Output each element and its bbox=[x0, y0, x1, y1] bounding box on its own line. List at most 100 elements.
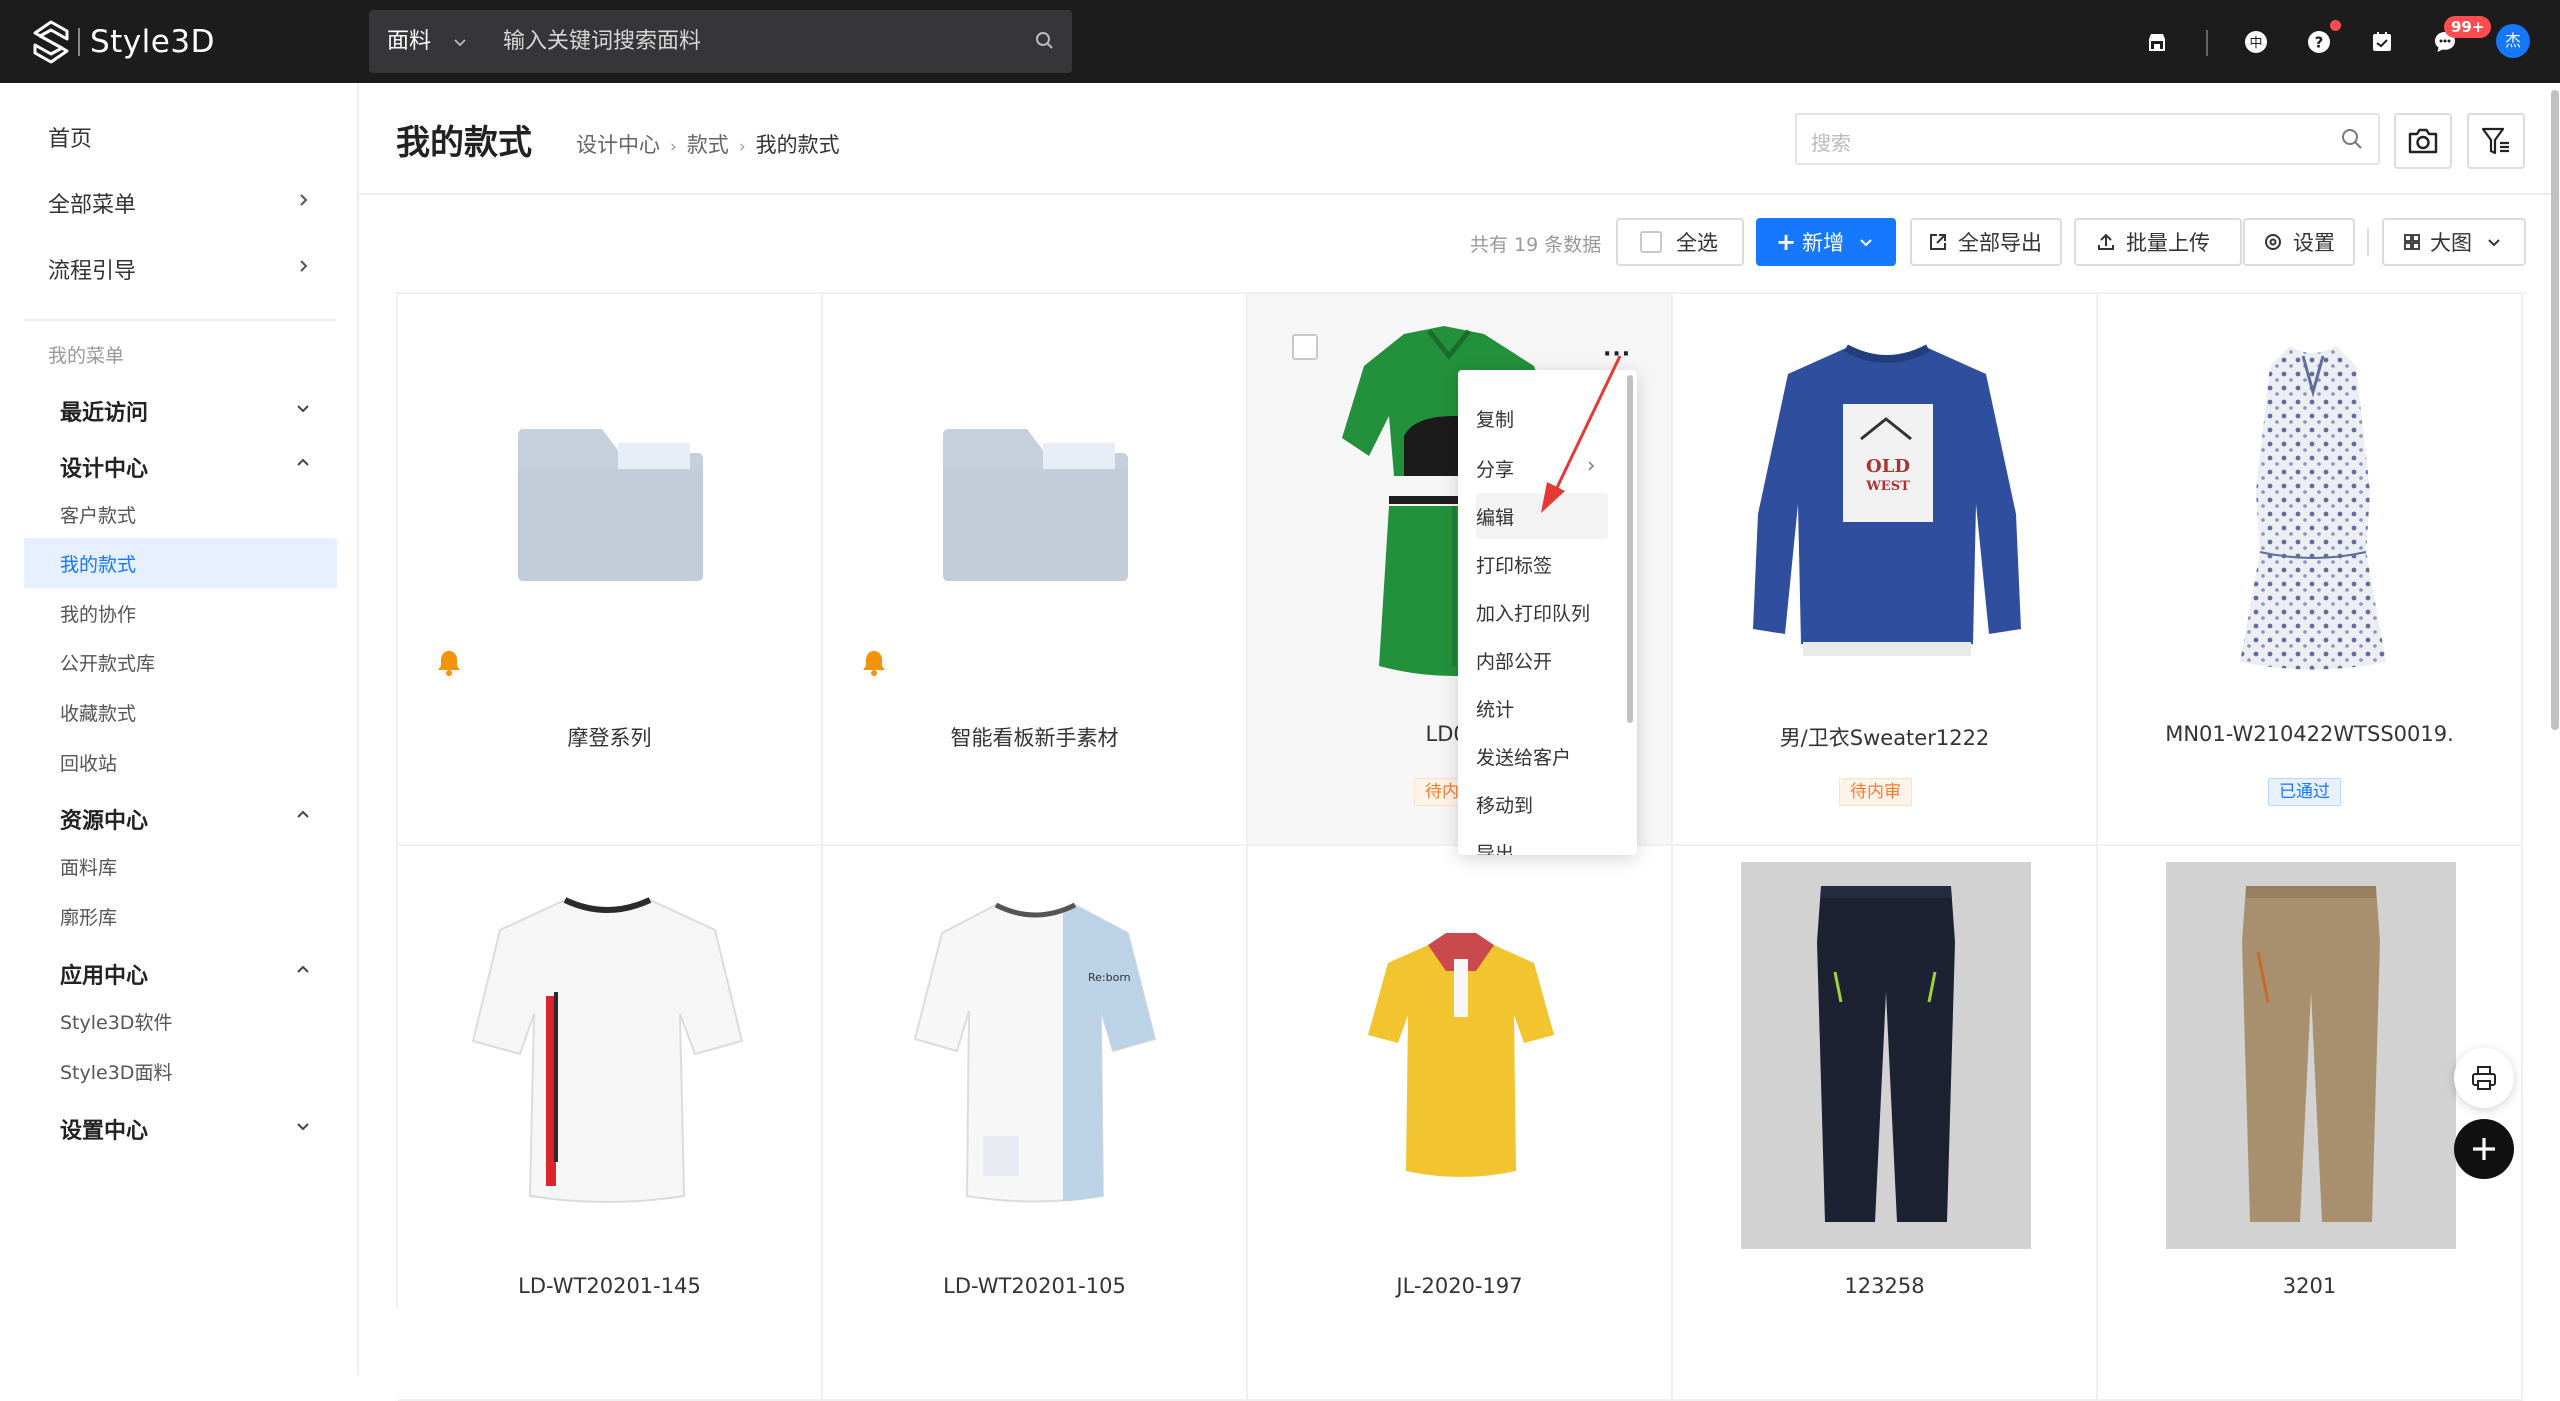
menu-item-export[interactable]: 导出 bbox=[1476, 839, 1514, 855]
card-name[interactable]: MN01-W210422WTSS0019. bbox=[2098, 722, 2521, 746]
upload-icon bbox=[2098, 233, 2114, 250]
folder-card[interactable]: 智能看板新手素材 bbox=[823, 294, 1248, 846]
bell-icon[interactable] bbox=[436, 649, 462, 677]
sidebar: 首页 全部菜单 流程引导 我的菜单 最近访问 设计中心 客户款式 我的款式 我的… bbox=[0, 83, 359, 1375]
yellow-polo-image bbox=[1368, 933, 1554, 1177]
card-name[interactable]: LD-WT20201-105 bbox=[823, 1274, 1246, 1298]
store-icon[interactable] bbox=[2137, 22, 2177, 62]
style-card[interactable]: OLD WEST 男/卫衣Sweater1222 待内审 bbox=[1673, 294, 2098, 846]
style-search-input[interactable]: 搜索 bbox=[1811, 127, 1851, 156]
chevron-up-icon[interactable] bbox=[294, 453, 312, 475]
sidebar-item-my-collaboration[interactable]: 我的协作 bbox=[60, 600, 136, 627]
user-avatar[interactable]: 杰 bbox=[2496, 24, 2530, 58]
menu-scrollbar[interactable] bbox=[1627, 375, 1633, 723]
breadcrumb-current: 我的款式 bbox=[755, 133, 840, 157]
menu-item-share[interactable]: 分享 bbox=[1476, 455, 1514, 482]
search-icon[interactable] bbox=[2340, 127, 2364, 151]
batch-upload-button[interactable]: 批量上传 bbox=[2074, 218, 2242, 266]
style3d-logo-icon bbox=[33, 20, 69, 64]
export-all-button[interactable]: 全部导出 bbox=[1910, 218, 2062, 266]
card-name[interactable]: 男/卫衣Sweater1222 bbox=[1673, 722, 2096, 752]
navy-pants-image bbox=[1817, 886, 1955, 1222]
filter-button[interactable] bbox=[2467, 113, 2525, 169]
card-name[interactable]: 智能看板新手素材 bbox=[823, 722, 1246, 752]
sidebar-item-style3d-fabric[interactable]: Style3D面料 bbox=[60, 1058, 172, 1085]
menu-item-internal-public[interactable]: 内部公开 bbox=[1476, 647, 1552, 674]
svg-text:Re:born: Re:born bbox=[1088, 971, 1131, 984]
chevron-right-icon[interactable] bbox=[294, 191, 312, 213]
floral-dress-image bbox=[2240, 346, 2386, 670]
select-all-checkbox[interactable] bbox=[1640, 231, 1662, 253]
floating-add-button[interactable] bbox=[2454, 1119, 2514, 1179]
global-search[interactable]: 面料 输入关键词搜索面料 bbox=[369, 10, 1072, 73]
menu-item-statistics[interactable]: 统计 bbox=[1476, 695, 1514, 722]
sidebar-group-settings-center[interactable]: 设置中心 bbox=[60, 1113, 148, 1145]
sidebar-group-app-center[interactable]: 应用中心 bbox=[60, 958, 148, 990]
card-name[interactable]: 3201 bbox=[2098, 1274, 2521, 1298]
sidebar-item-public-library[interactable]: 公开款式库 bbox=[60, 649, 155, 676]
chevron-up-icon[interactable] bbox=[294, 805, 312, 827]
search-icon[interactable] bbox=[1034, 30, 1056, 52]
view-mode-select[interactable]: 大图 bbox=[2382, 218, 2526, 266]
chevron-down-icon[interactable] bbox=[294, 1117, 312, 1139]
sidebar-group-resource-center[interactable]: 资源中心 bbox=[60, 803, 148, 835]
style-search-box[interactable]: 搜索 bbox=[1795, 113, 2380, 165]
card-checkbox[interactable] bbox=[1292, 334, 1318, 360]
style-card[interactable]: Re:born LD-WT20201-105 bbox=[823, 846, 1248, 1401]
menu-item-copy[interactable]: 复制 bbox=[1476, 405, 1514, 432]
search-input[interactable]: 输入关键词搜索面料 bbox=[503, 10, 701, 73]
print-button[interactable] bbox=[2454, 1048, 2514, 1108]
checklist-icon[interactable] bbox=[2362, 22, 2402, 62]
logo-divider bbox=[78, 28, 80, 56]
blue-sweater-image: OLD WEST bbox=[1753, 344, 2021, 656]
style-card[interactable]: JL-2020-197 bbox=[1248, 846, 1673, 1401]
camera-search-button[interactable] bbox=[2394, 113, 2452, 169]
style-card[interactable]: 123258 bbox=[1673, 846, 2098, 1401]
menu-item-send-to-customer[interactable]: 发送给客户 bbox=[1476, 743, 1571, 770]
card-name[interactable]: 123258 bbox=[1673, 1274, 2096, 1298]
card-name[interactable]: JL-2020-197 bbox=[1248, 1274, 1671, 1298]
bell-icon[interactable] bbox=[861, 649, 887, 677]
sidebar-item-recycle-bin[interactable]: 回收站 bbox=[60, 749, 117, 776]
sidebar-item-home[interactable]: 首页 bbox=[48, 121, 92, 153]
style-card[interactable]: MN01-W210422WTSS0019. 已通过 bbox=[2098, 294, 2523, 846]
chevron-down-icon[interactable] bbox=[294, 399, 312, 421]
style-card[interactable]: 3201 bbox=[2098, 846, 2523, 1401]
style-card[interactable]: LD-WT20201-145 bbox=[398, 846, 823, 1401]
sidebar-item-favorites[interactable]: 收藏款式 bbox=[60, 699, 136, 726]
globe-icon[interactable]: 中 bbox=[2236, 22, 2276, 62]
menu-item-edit[interactable]: 编辑 bbox=[1476, 503, 1514, 530]
chevron-down-icon[interactable] bbox=[1858, 234, 1874, 250]
filter-icon bbox=[2481, 127, 2509, 155]
sidebar-item-customer-styles[interactable]: 客户款式 bbox=[60, 501, 136, 528]
chevron-up-icon[interactable] bbox=[294, 960, 312, 982]
breadcrumb-item[interactable]: 款式 bbox=[687, 133, 729, 157]
card-name[interactable]: 摩登系列 bbox=[398, 722, 821, 752]
sidebar-item-all-menu[interactable]: 全部菜单 bbox=[48, 187, 136, 219]
app-logo[interactable]: Style3D bbox=[32, 18, 215, 66]
add-button[interactable]: + 新增 bbox=[1756, 218, 1896, 266]
sidebar-item-fabric-library[interactable]: 面料库 bbox=[60, 853, 117, 880]
select-all-button[interactable]: 全选 bbox=[1616, 218, 1744, 266]
menu-item-print-label[interactable]: 打印标签 bbox=[1476, 551, 1552, 578]
settings-button[interactable]: 设置 bbox=[2243, 218, 2355, 266]
menu-item-move-to[interactable]: 移动到 bbox=[1476, 791, 1533, 818]
sidebar-group-recent[interactable]: 最近访问 bbox=[60, 395, 148, 427]
breadcrumb-item[interactable]: 设计中心 bbox=[576, 133, 660, 157]
chevron-down-icon[interactable] bbox=[2486, 234, 2502, 250]
card-name[interactable]: LD-WT20201-145 bbox=[398, 1274, 821, 1298]
page-scrollbar[interactable] bbox=[2551, 90, 2559, 730]
menu-item-add-print-queue[interactable]: 加入打印队列 bbox=[1476, 599, 1590, 626]
chevron-right-icon[interactable] bbox=[294, 257, 312, 279]
blue-white-tshirt-image: Re:born bbox=[913, 902, 1157, 1203]
breadcrumb: 设计中心 › 款式 › 我的款式 bbox=[576, 129, 840, 159]
sidebar-item-style3d-software[interactable]: Style3D软件 bbox=[60, 1008, 172, 1035]
sidebar-item-silhouette-library[interactable]: 廓形库 bbox=[60, 903, 117, 930]
sidebar-item-my-styles[interactable]: 我的款式 bbox=[60, 550, 136, 577]
search-category-select[interactable]: 面料 bbox=[387, 10, 431, 73]
folder-card[interactable]: 摩登系列 bbox=[398, 294, 823, 846]
chevron-down-icon[interactable] bbox=[452, 34, 468, 54]
sidebar-item-process-guide[interactable]: 流程引导 bbox=[48, 253, 136, 285]
sidebar-group-design-center[interactable]: 设计中心 bbox=[60, 451, 148, 483]
top-bar: Style3D 面料 输入关键词搜索面料 中 ? 99+ 杰 bbox=[0, 0, 2560, 83]
